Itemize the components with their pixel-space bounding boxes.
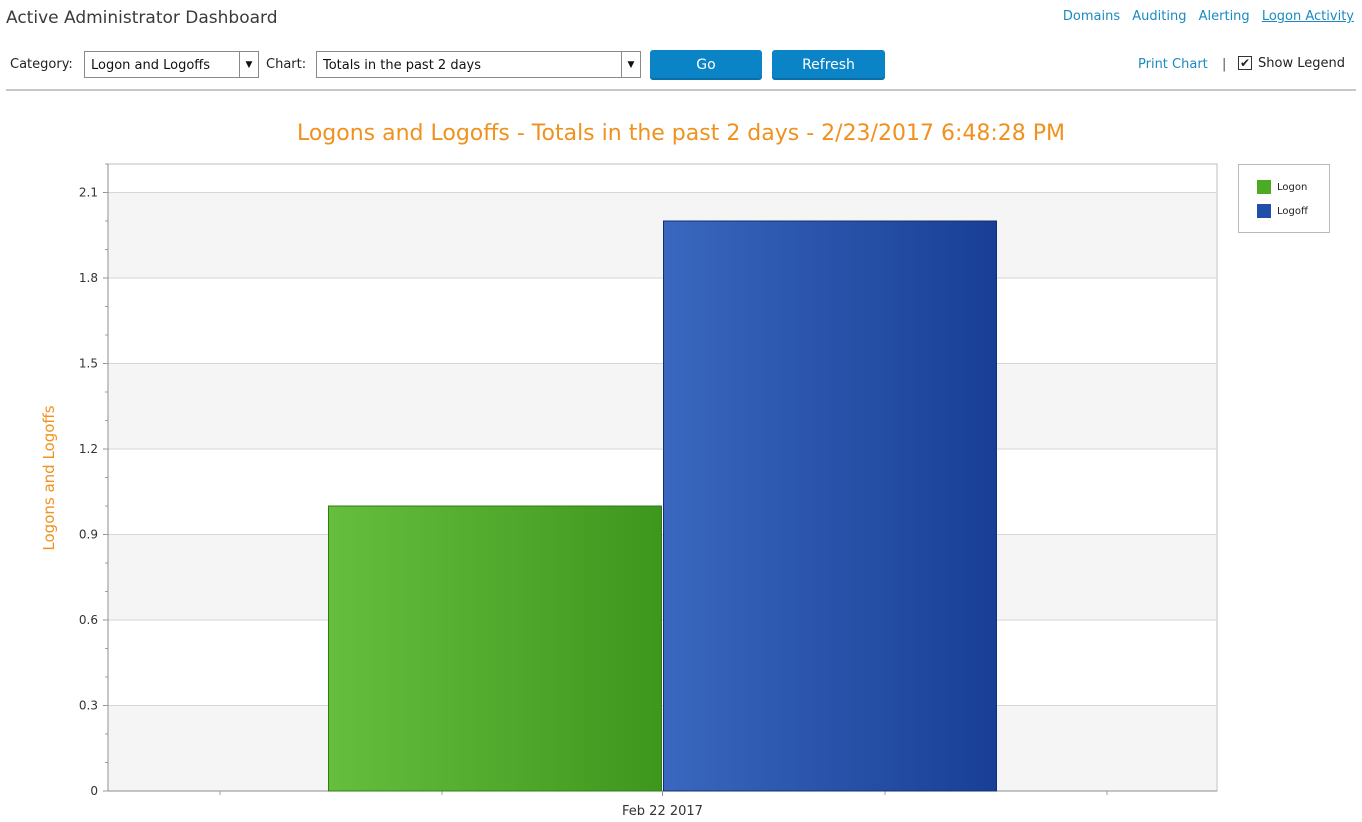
plot-band [109,705,1216,791]
y-tick-label: 0.3 [79,699,98,713]
y-tick-label: 1.8 [79,271,98,285]
bar-logoff [663,220,997,792]
chart-legend: Logon Logoff [1238,164,1330,233]
x-tick-label: Feb 22 2017 [622,804,703,819]
legend-swatch-logon [1257,180,1271,194]
plot-band [109,363,1216,449]
y-tick-label: 0.9 [79,528,98,542]
legend-swatch-logoff [1257,204,1271,218]
plot-band [109,192,1216,278]
y-tick-label: 1.2 [79,442,98,456]
legend-label-logon: Logon [1277,182,1308,193]
legend-label-logoff: Logoff [1277,206,1308,217]
y-tick-label: 0 [90,784,98,798]
y-tick-label: 1.5 [79,357,98,371]
y-tick-label: 0.6 [79,613,98,627]
bar-chart: 0 0.3 0.6 0.9 1.2 1.5 1.8 2.1 Feb 22 2017 [79,163,1218,819]
plot-band [109,534,1216,620]
y-tick-label: 2.1 [79,186,98,200]
bar-logon [328,505,662,792]
